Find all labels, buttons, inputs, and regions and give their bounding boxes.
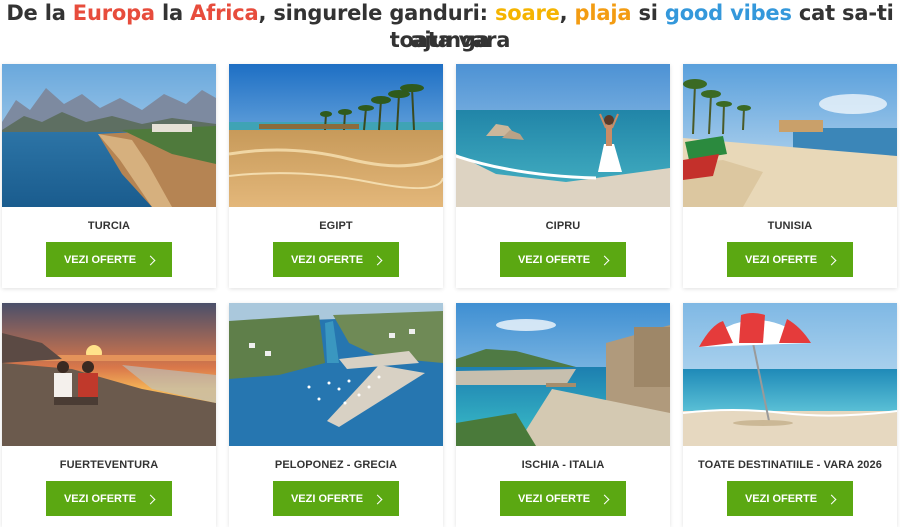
destination-title: CIPRU (545, 220, 581, 232)
headline-line-1: De la Europa la Africa, singurele gandur… (0, 0, 900, 52)
destination-card-cipru: CIPRU VEZI OFERTE (456, 64, 670, 288)
headline-text: , singurele ganduri: (258, 1, 495, 25)
chevron-right-icon (145, 494, 156, 504)
view-offers-button[interactable]: VEZI OFERTE (500, 481, 626, 516)
button-label: VEZI OFERTE (744, 492, 818, 505)
button-label: VEZI OFERTE (290, 492, 364, 505)
destination-image-peloponez-grecia[interactable] (229, 303, 443, 446)
button-label: VEZI OFERTE (744, 253, 818, 266)
headline-text: , (559, 1, 575, 25)
destination-title: TURCIA (87, 220, 131, 232)
destination-image-all-destinations[interactable] (683, 303, 897, 446)
headline-text: la (154, 1, 191, 25)
headline-highlight-soare: soare (494, 1, 560, 25)
destination-image-ischia-italia[interactable] (456, 303, 670, 446)
section-headline: De la Europa la Africa, singurele gandur… (0, 0, 900, 54)
destination-image-egipt[interactable] (229, 64, 443, 207)
destination-title: PELOPONEZ - GRECIA (274, 459, 398, 471)
destination-title: TOATE DESTINATIILE - VARA 2026 (698, 459, 882, 471)
button-label: VEZI OFERTE (63, 492, 137, 505)
headline-highlight-plaja: plaja (574, 1, 632, 25)
chevron-right-icon (599, 494, 610, 504)
view-offers-button[interactable]: VEZI OFERTE (500, 242, 626, 277)
destination-card-tunisia: TUNISIA VEZI OFERTE (683, 64, 897, 288)
destination-card-egipt: EGIPT VEZI OFERTE (229, 64, 443, 288)
chevron-right-icon (599, 255, 610, 265)
destination-title: TUNISIA (767, 220, 813, 232)
destination-grid: TURCIA VEZI OFERTE EGIPT VEZI OFERTE CIP… (2, 64, 897, 527)
destination-title: EGIPT (319, 220, 353, 232)
chevron-right-icon (372, 494, 383, 504)
headline-highlight-europa: Europa (72, 1, 155, 25)
destination-card-fuerteventura: FUERTEVENTURA VEZI OFERTE (2, 303, 216, 527)
button-label: VEZI OFERTE (517, 492, 591, 505)
headline-text: De la (6, 1, 73, 25)
button-label: VEZI OFERTE (517, 253, 591, 266)
destination-image-cipru[interactable] (456, 64, 670, 207)
destination-card-ischia-italia: ISCHIA - ITALIA VEZI OFERTE (456, 303, 670, 527)
destination-title: ISCHIA - ITALIA (521, 459, 605, 471)
destination-card-peloponez-grecia: PELOPONEZ - GRECIA VEZI OFERTE (229, 303, 443, 527)
chevron-right-icon (826, 255, 837, 265)
view-offers-button[interactable]: VEZI OFERTE (46, 481, 172, 516)
button-label: VEZI OFERTE (290, 253, 364, 266)
view-offers-button[interactable]: VEZI OFERTE (727, 242, 853, 277)
destinations-page: De la Europa la Africa, singurele gandur… (0, 0, 900, 527)
destination-card-turcia: TURCIA VEZI OFERTE (2, 64, 216, 288)
button-label: VEZI OFERTE (63, 253, 137, 266)
view-offers-button[interactable]: VEZI OFERTE (727, 481, 853, 516)
chevron-right-icon (145, 255, 156, 265)
chevron-right-icon (372, 255, 383, 265)
view-offers-button[interactable]: VEZI OFERTE (273, 481, 399, 516)
headline-line-2: toata vara (389, 28, 511, 52)
headline-text: si (631, 1, 665, 25)
chevron-right-icon (826, 494, 837, 504)
destination-card-all-destinations: TOATE DESTINATIILE - VARA 2026 VEZI OFER… (683, 303, 897, 527)
view-offers-button[interactable]: VEZI OFERTE (46, 242, 172, 277)
destination-title: FUERTEVENTURA (59, 459, 159, 471)
headline-highlight-good-vibes: good vibes (664, 1, 792, 25)
view-offers-button[interactable]: VEZI OFERTE (273, 242, 399, 277)
destination-image-tunisia[interactable] (683, 64, 897, 207)
destination-image-turcia[interactable] (2, 64, 216, 207)
headline-highlight-africa: Africa (190, 1, 259, 25)
destination-image-fuerteventura[interactable] (2, 303, 216, 446)
